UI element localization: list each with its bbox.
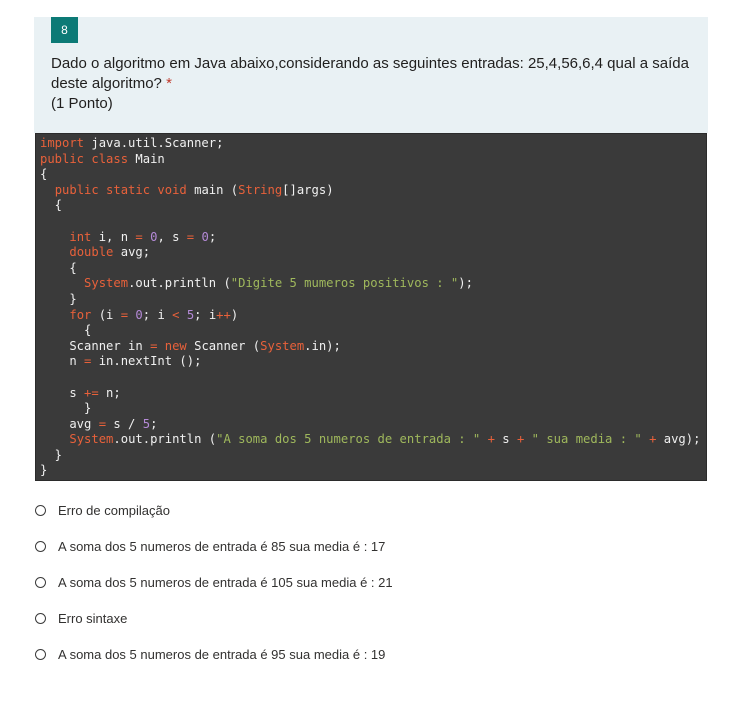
option-label: Erro sintaxe bbox=[58, 610, 128, 626]
option-5[interactable]: A soma dos 5 numeros de entrada é 95 sua… bbox=[35, 644, 535, 664]
code-line: public class Main bbox=[40, 151, 165, 166]
code-image: import java.util.Scanner; public class Ma… bbox=[35, 133, 707, 481]
option-4[interactable]: Erro sintaxe bbox=[35, 608, 535, 628]
code-line: { bbox=[40, 323, 92, 338]
code-line: avg = s / 5; bbox=[40, 416, 158, 431]
code-line: import java.util.Scanner; bbox=[40, 136, 224, 150]
radio-button[interactable] bbox=[35, 504, 46, 516]
code-line: } bbox=[40, 447, 63, 462]
code-line: double avg; bbox=[69, 245, 151, 260]
question-number: 8 bbox=[61, 23, 68, 37]
code-line: } bbox=[40, 463, 48, 478]
code-line: } bbox=[40, 401, 92, 416]
option-1[interactable]: Erro de compilação bbox=[35, 500, 535, 520]
option-label: Erro de compilação bbox=[58, 502, 170, 518]
question-number-badge: 8 bbox=[51, 17, 78, 43]
option-label: A soma dos 5 numeros de entrada é 85 sua… bbox=[58, 538, 386, 554]
code-line: System.out.println ("Digite 5 mumeros po… bbox=[84, 276, 473, 291]
radio-button[interactable] bbox=[35, 648, 46, 660]
code-line: int i, n = 0, s = 0; bbox=[69, 229, 217, 244]
option-2[interactable]: A soma dos 5 numeros de entrada é 85 sua… bbox=[35, 536, 535, 556]
code-line: public static void main (String[]args) bbox=[54, 182, 334, 197]
radio-button[interactable] bbox=[35, 576, 46, 588]
code-line: { bbox=[40, 167, 48, 182]
question-text: Dado o algoritmo em Java abaixo,consider… bbox=[51, 55, 689, 92]
radio-button[interactable] bbox=[35, 612, 46, 624]
code-line: System.out.println ("A soma dos 5 numero… bbox=[69, 432, 701, 447]
option-label: A soma dos 5 numeros de entrada é 95 sua… bbox=[58, 646, 386, 662]
code-line: } bbox=[40, 291, 77, 306]
code-line: { bbox=[40, 260, 77, 275]
question-points: (1 Ponto) bbox=[51, 95, 113, 112]
code-line: n = in.nextInt (); bbox=[40, 354, 202, 369]
radio-button[interactable] bbox=[35, 540, 46, 552]
option-label: A soma dos 5 numeros de entrada é 105 su… bbox=[58, 574, 393, 590]
code-line: s += n; bbox=[40, 385, 121, 400]
code-line: for (i = 0; i < 5; i++) bbox=[69, 307, 239, 322]
required-asterisk: * bbox=[166, 75, 172, 92]
question-header: 8 Dado o algoritmo em Java abaixo,consid… bbox=[34, 17, 708, 133]
question-text-block: Dado o algoritmo em Java abaixo,consider… bbox=[51, 54, 701, 114]
code-line: { bbox=[40, 198, 63, 213]
option-3[interactable]: A soma dos 5 numeros de entrada é 105 su… bbox=[35, 572, 535, 592]
code-line: Scanner in = new Scanner (System.in); bbox=[40, 338, 341, 353]
